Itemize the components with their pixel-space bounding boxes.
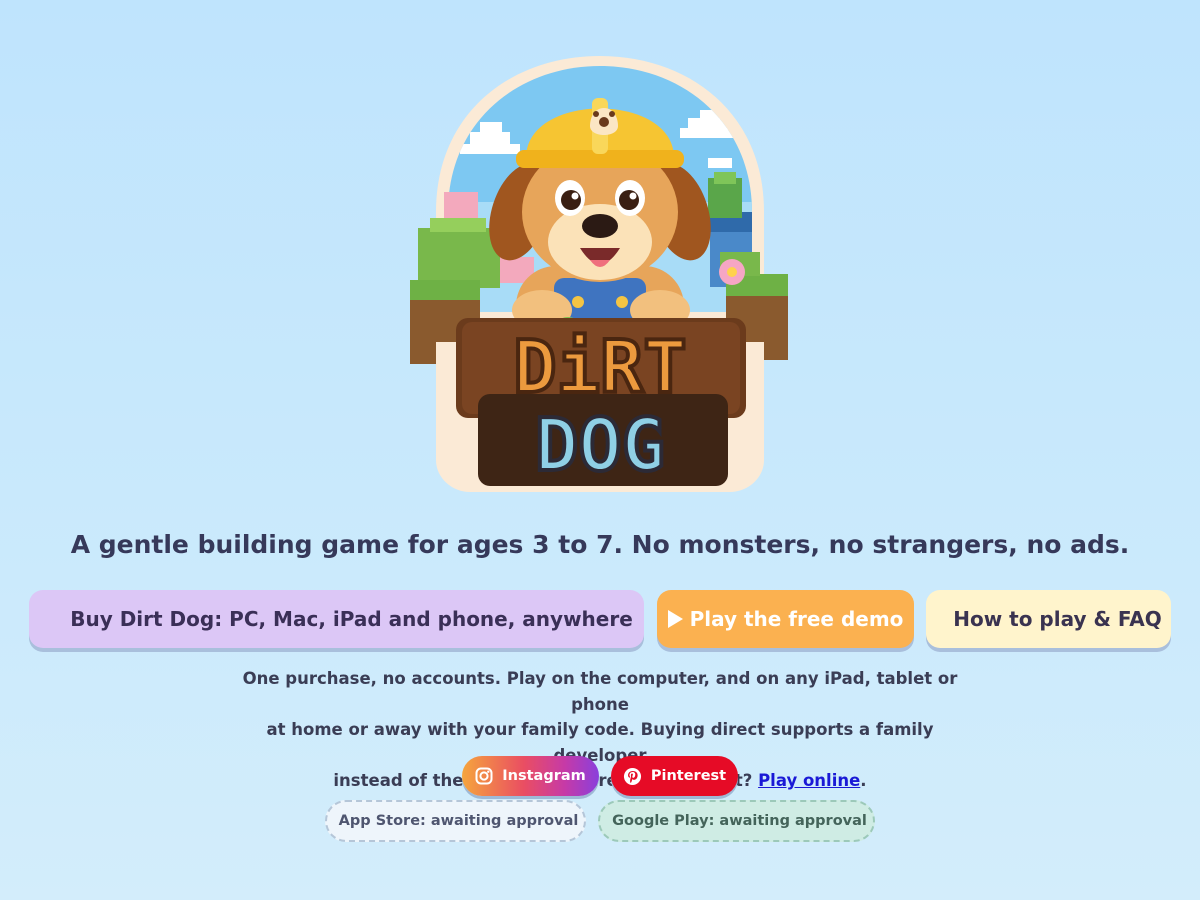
info-line-3: instead of the app stores. Already bough… (230, 768, 970, 794)
instagram-button[interactable]: Instagram (462, 756, 599, 796)
buy-button-label: Buy Dirt Dog: PC, Mac, iPad and phone, a… (70, 607, 633, 631)
logo-word-bottom: DOG (535, 403, 665, 487)
google-play-label: Google Play: awaiting approval (612, 813, 867, 829)
faq-button-label: How to play & FAQ (953, 607, 1162, 631)
app-store-badge: App Store: awaiting approval (325, 800, 586, 842)
play-icon (667, 610, 683, 628)
faq-button[interactable]: How to play & FAQ (926, 590, 1171, 648)
info-line-3-period: . (860, 771, 867, 790)
pinterest-icon (623, 767, 642, 786)
google-play-badge: Google Play: awaiting approval (598, 800, 875, 842)
instagram-label: Instagram (502, 768, 586, 784)
app-store-label: App Store: awaiting approval (338, 813, 579, 829)
play-demo-label: Play the free demo (689, 607, 904, 631)
play-online-link[interactable]: Play online (758, 771, 860, 790)
dirt-dog-logo: DiRT DOG (408, 52, 792, 496)
info-line-1: One purchase, no accounts. Play on the c… (242, 669, 958, 714)
pinterest-label: Pinterest (650, 768, 727, 784)
buy-button[interactable]: Buy Dirt Dog: PC, Mac, iPad and phone, a… (29, 590, 644, 648)
info-line-2: at home or away with your family code. B… (266, 720, 934, 765)
logo-word-top: DiRT (513, 325, 686, 409)
purchase-info: One purchase, no accounts. Play on the c… (230, 666, 970, 794)
play-demo-button[interactable]: Play the free demo (657, 590, 914, 648)
tagline: A gentle building game for ages 3 to 7. … (70, 530, 1130, 559)
pinterest-button[interactable]: Pinterest (611, 756, 738, 796)
instagram-icon (475, 767, 493, 785)
